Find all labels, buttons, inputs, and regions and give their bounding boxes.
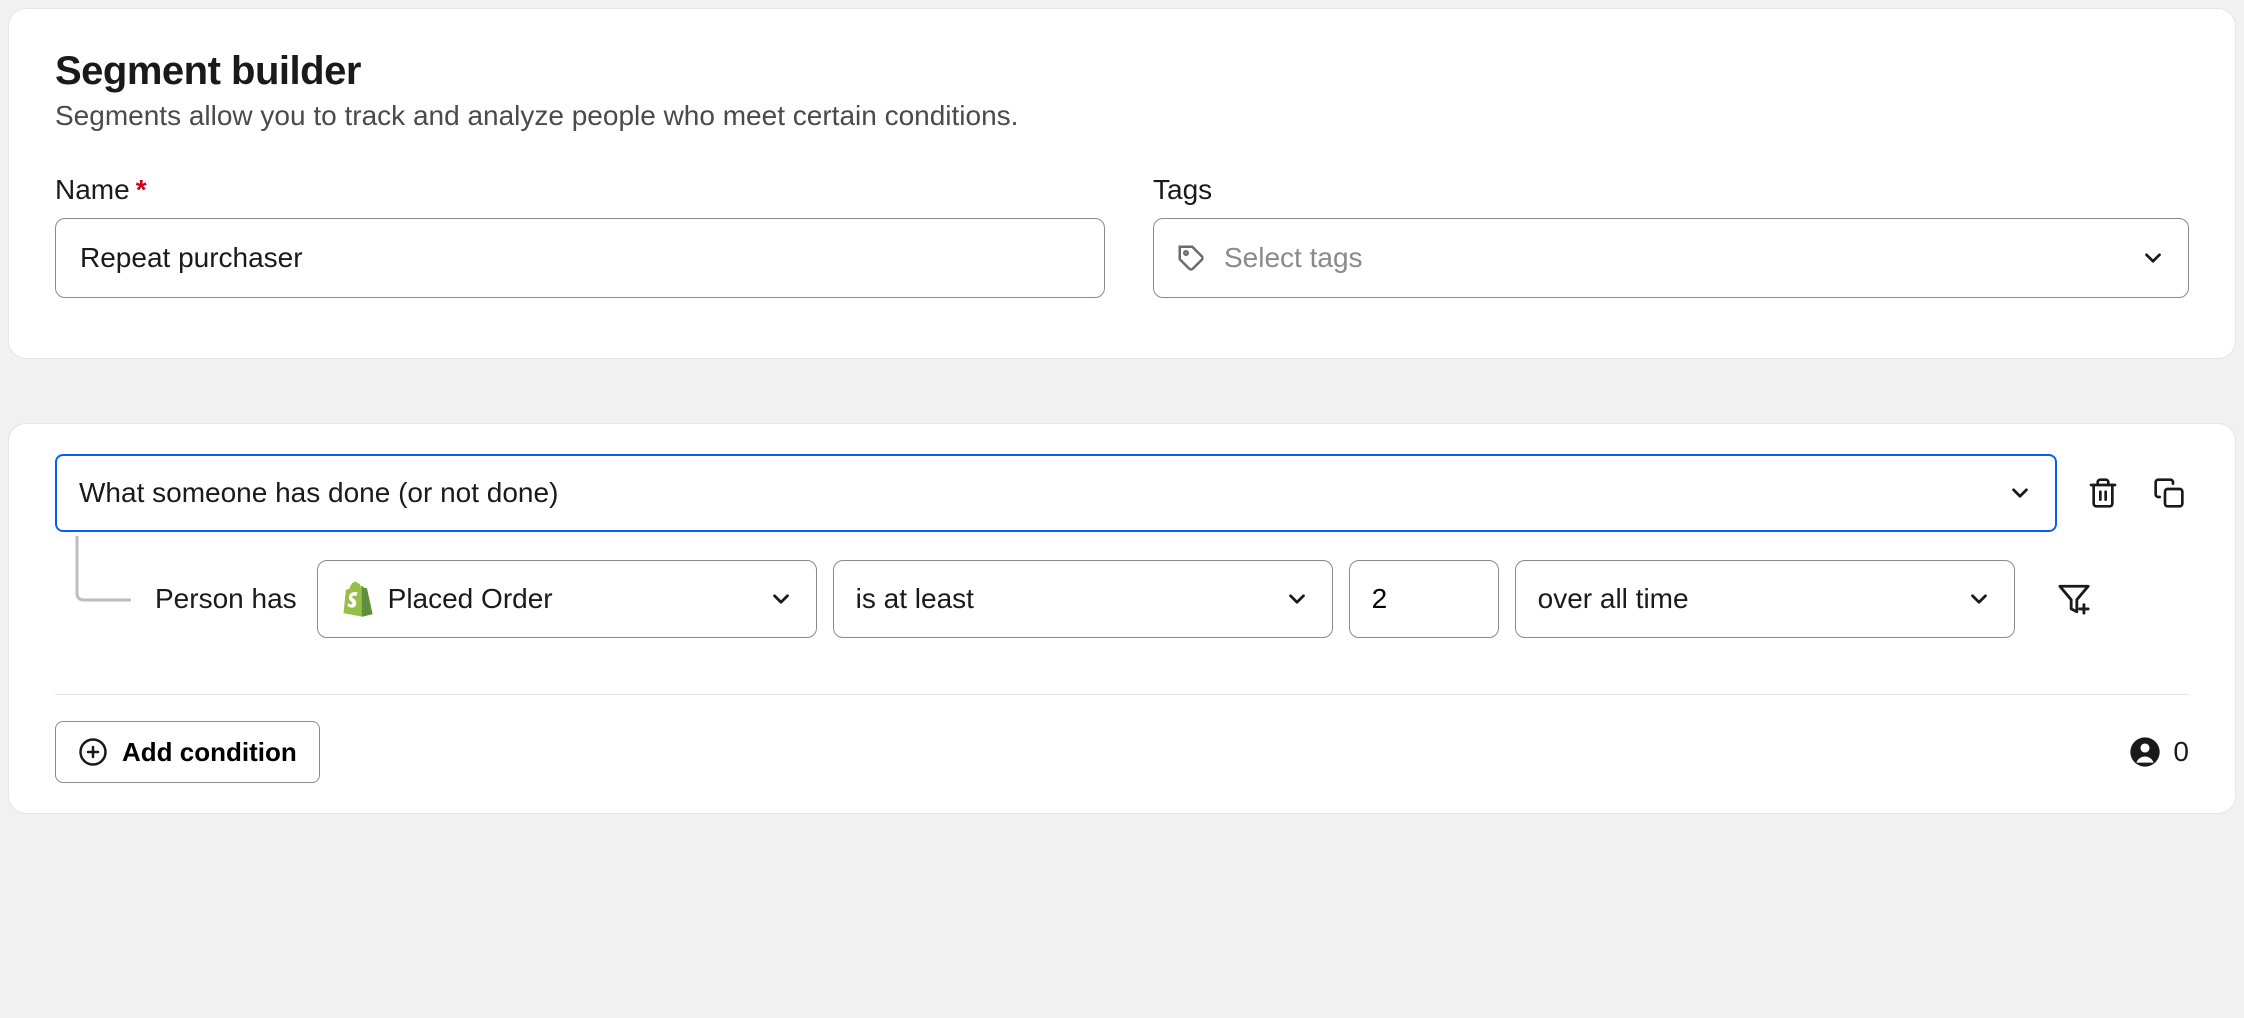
- event-label: Placed Order: [388, 583, 754, 615]
- event-select[interactable]: Placed Order: [317, 560, 817, 638]
- add-condition-button[interactable]: Add condition: [55, 721, 320, 783]
- tags-label: Tags: [1153, 174, 2189, 206]
- name-input[interactable]: [78, 241, 1082, 275]
- filter-add-icon[interactable]: [2057, 582, 2091, 616]
- condition-type-select[interactable]: What someone has done (or not done): [55, 454, 2057, 532]
- add-condition-label: Add condition: [122, 737, 297, 768]
- count-input[interactable]: [1349, 560, 1499, 638]
- name-label-text: Name: [55, 174, 130, 205]
- timeframe-select[interactable]: over all time: [1515, 560, 2015, 638]
- segment-count: 0: [2129, 736, 2189, 768]
- name-input-wrapper[interactable]: [55, 218, 1105, 298]
- condition-card: What someone has done (or not done): [8, 423, 2236, 814]
- timeframe-label: over all time: [1538, 583, 1952, 615]
- field-row: Name* Tags Select tags: [55, 174, 2189, 298]
- operator-label: is at least: [856, 583, 1270, 615]
- person-icon: [2129, 736, 2161, 768]
- tags-placeholder: Select tags: [1224, 242, 2122, 274]
- person-has-label: Person has: [155, 583, 297, 615]
- tree-connector: [69, 536, 139, 608]
- delete-button[interactable]: [2083, 473, 2123, 513]
- operator-select[interactable]: is at least: [833, 560, 1333, 638]
- required-asterisk: *: [136, 174, 147, 205]
- chevron-down-icon: [1284, 586, 1310, 612]
- page-title: Segment builder: [55, 49, 2189, 94]
- tag-icon: [1176, 243, 1206, 273]
- tags-select[interactable]: Select tags: [1153, 218, 2189, 298]
- condition-top-row: What someone has done (or not done): [55, 454, 2189, 532]
- name-field: Name*: [55, 174, 1105, 298]
- segment-builder-header-card: Segment builder Segments allow you to tr…: [8, 8, 2236, 359]
- chevron-down-icon: [1966, 586, 1992, 612]
- name-label: Name*: [55, 174, 1105, 206]
- trash-icon: [2087, 477, 2119, 509]
- condition-sub-row: Person has Placed Order is at least over…: [55, 560, 2189, 638]
- shopify-icon: [340, 579, 374, 619]
- tags-field: Tags Select tags: [1153, 174, 2189, 298]
- chevron-down-icon: [768, 586, 794, 612]
- copy-icon: [2153, 477, 2185, 509]
- chevron-down-icon: [2007, 480, 2033, 506]
- plus-circle-icon: [78, 737, 108, 767]
- page-subtitle: Segments allow you to track and analyze …: [55, 100, 2189, 132]
- condition-footer: Add condition 0: [55, 721, 2189, 783]
- chevron-down-icon: [2140, 245, 2166, 271]
- condition-type-label: What someone has done (or not done): [79, 477, 2007, 509]
- divider: [55, 694, 2189, 695]
- segment-count-value: 0: [2173, 736, 2189, 768]
- duplicate-button[interactable]: [2149, 473, 2189, 513]
